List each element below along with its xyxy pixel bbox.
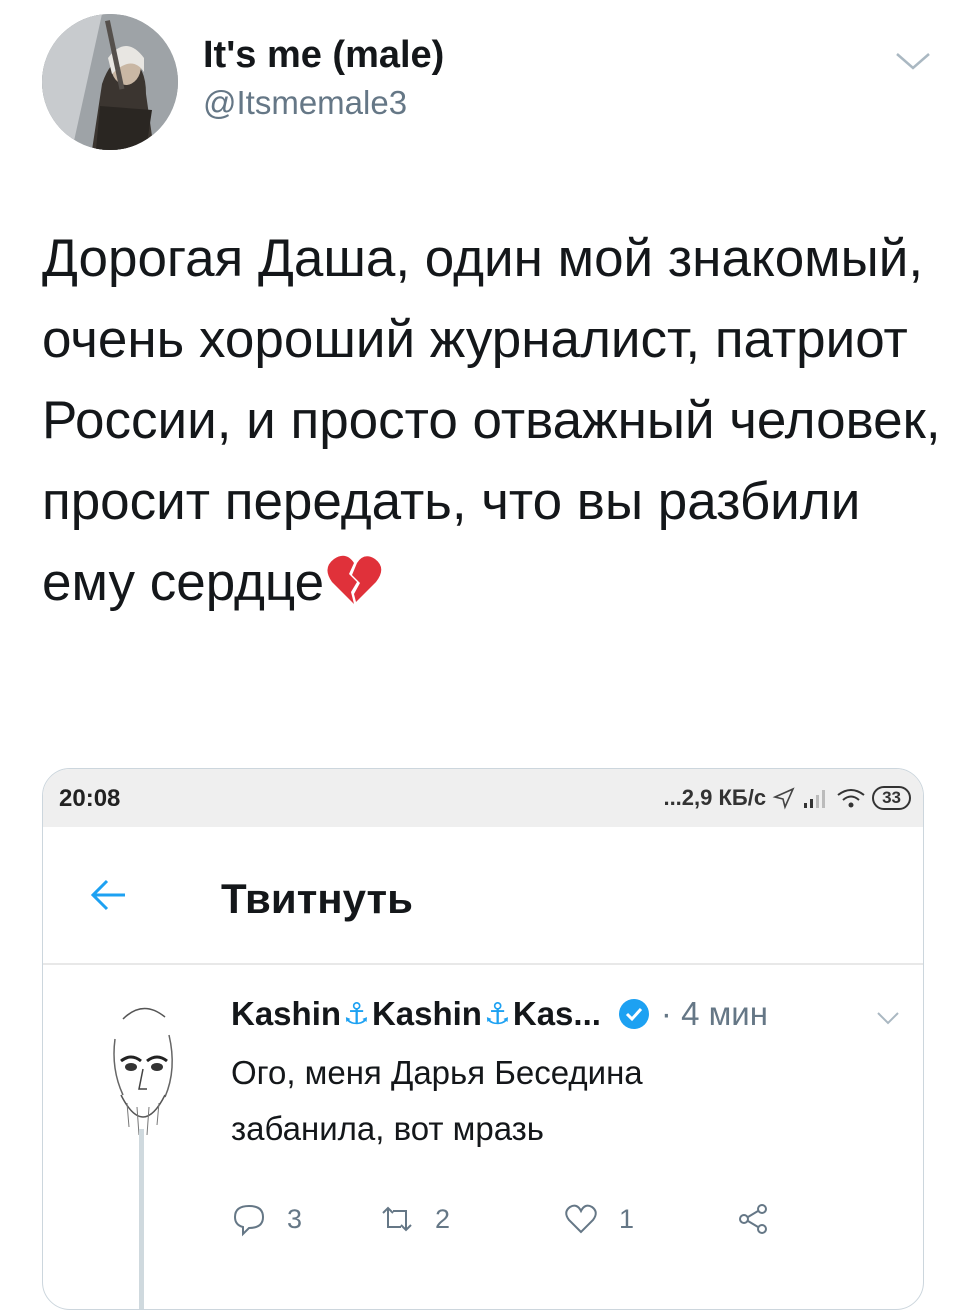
anchor-icon: ⚓ <box>483 997 511 1031</box>
inner-tweet-time: · 4 мин <box>660 995 768 1032</box>
reply-button[interactable]: 3 <box>231 1201 379 1237</box>
heart-icon <box>565 1204 597 1234</box>
back-arrow-icon[interactable] <box>89 875 129 915</box>
inner-author-name-3[interactable]: Kas... <box>513 995 601 1033</box>
like-count: 1 <box>619 1203 635 1234</box>
signal-icon <box>804 790 826 808</box>
share-icon <box>739 1204 767 1234</box>
thread-line <box>139 1129 144 1309</box>
reply-icon <box>233 1204 265 1237</box>
verified-icon <box>618 999 649 1029</box>
inner-tweet-line-2: забанила, вот мразь <box>231 1110 545 1147</box>
chevron-down-icon[interactable] <box>893 48 933 74</box>
page-title: Твитнуть <box>221 875 413 922</box>
status-time: 20:08 <box>59 785 121 812</box>
anchor-icon: ⚓ <box>343 997 370 1031</box>
broken-heart-icon <box>327 555 382 604</box>
status-icons: ...2,9 КБ/с 33 <box>663 783 911 813</box>
tweet-body: Дорогая Даша, один мой знакомый, очень х… <box>42 229 941 612</box>
inner-avatar[interactable] <box>103 999 183 1149</box>
inner-tweet-line-1: Ого, меня Дарья Беседина <box>231 1054 643 1091</box>
action-bar: 3 2 1 <box>231 1201 771 1237</box>
retweet-count: 2 <box>435 1203 451 1234</box>
inner-author-name[interactable]: Kashin <box>231 995 341 1033</box>
network-speed: ...2,9 КБ/с <box>663 785 767 810</box>
like-button[interactable]: 1 <box>563 1201 735 1237</box>
share-button[interactable] <box>735 1201 771 1237</box>
app-bar: Твитнуть <box>43 827 923 965</box>
tweet-text: Дорогая Даша, один мой знакомый, очень х… <box>42 218 942 623</box>
author-avatar[interactable] <box>42 14 178 150</box>
inner-author-name-2[interactable]: Kashin <box>372 995 482 1033</box>
author-name[interactable]: It's me (male) <box>203 34 444 77</box>
status-bar: 20:08 ...2,9 КБ/с 33 <box>43 769 923 827</box>
retweet-button[interactable]: 2 <box>379 1201 563 1237</box>
chevron-down-icon[interactable] <box>875 1009 901 1027</box>
inner-tweet-text: Ого, меня Дарья Беседина забанила, вот м… <box>231 1045 891 1157</box>
retweet-icon <box>382 1206 412 1232</box>
author-handle[interactable]: @Itsmemale3 <box>203 84 407 122</box>
reply-count: 3 <box>287 1203 303 1234</box>
inner-tweet-header: Kashin ⚓ Kashin ⚓ Kas... · 4 мин <box>231 995 768 1033</box>
embedded-screenshot[interactable]: 20:08 ...2,9 КБ/с 33 Твитнуть Kashin ⚓ K… <box>42 768 924 1310</box>
location-icon <box>772 787 795 810</box>
wifi-icon <box>837 789 865 808</box>
battery-indicator: 33 <box>872 786 911 810</box>
